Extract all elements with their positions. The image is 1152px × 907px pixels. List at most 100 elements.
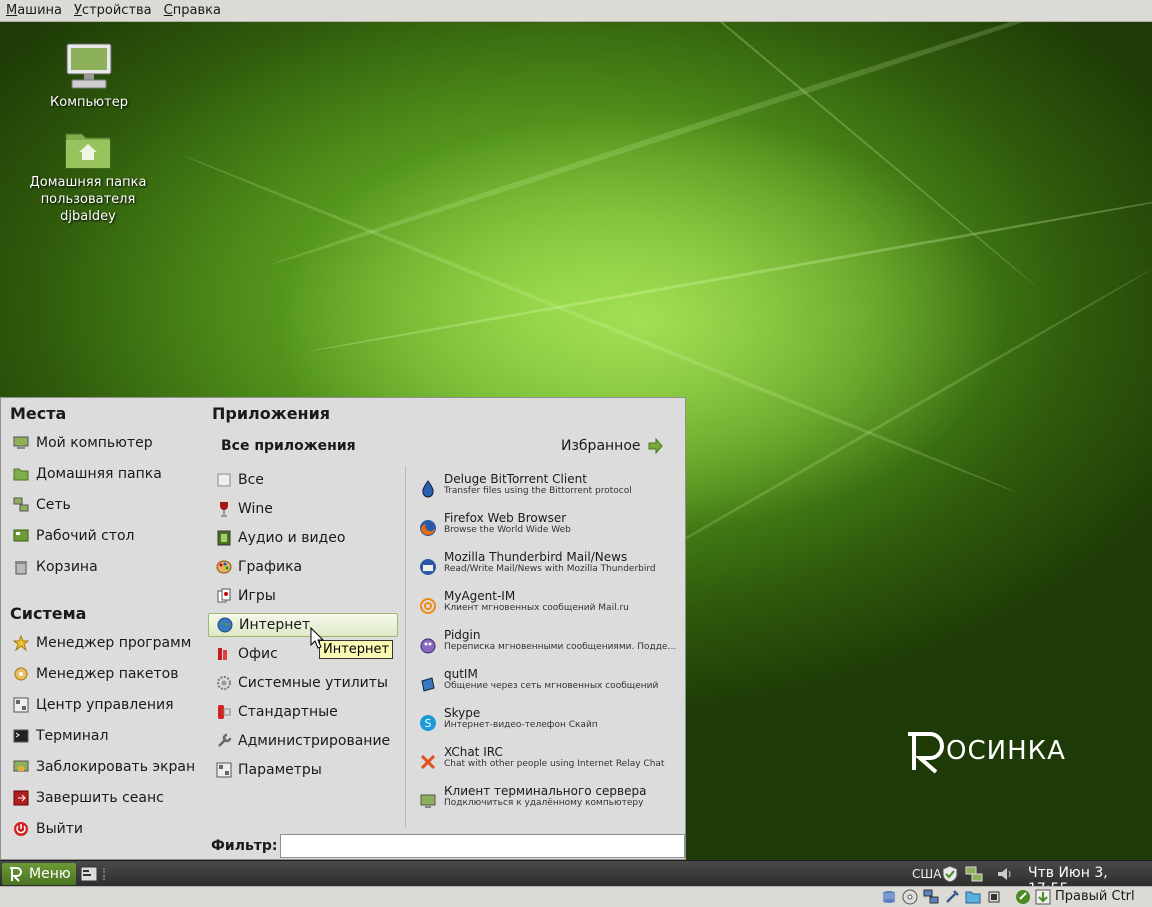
place-trash[interactable]: Корзина bbox=[13, 556, 98, 578]
shared-folder-icon[interactable] bbox=[965, 889, 981, 905]
filter-label: Фильтр: bbox=[211, 838, 278, 854]
home-folder-label-3: djbaldey bbox=[60, 209, 116, 224]
category-graphics[interactable]: Графика bbox=[208, 555, 398, 579]
category-label: Стандартные bbox=[238, 704, 338, 720]
app-qutim[interactable]: qutIM Общение через сеть мгновенных сообщ… bbox=[419, 667, 681, 703]
app-myagent[interactable]: MyAgent-IM Клиент мгновенных сообщений Ma… bbox=[419, 589, 681, 625]
app-name: Skype bbox=[444, 706, 481, 720]
desktop-icon-computer[interactable]: Компьютер bbox=[24, 42, 154, 111]
apps-title: Приложения bbox=[212, 404, 331, 423]
place-my-computer[interactable]: Мой компьютер bbox=[13, 432, 153, 454]
capture-arrow-icon[interactable] bbox=[1035, 889, 1051, 905]
system-lock-screen[interactable]: Заблокировать экран bbox=[13, 756, 195, 778]
all-apps-icon bbox=[217, 473, 231, 487]
package-icon bbox=[14, 667, 28, 681]
system-label: Терминал bbox=[36, 728, 109, 744]
qutim-icon bbox=[421, 677, 435, 692]
arrow-right-icon bbox=[648, 438, 663, 454]
system-label: Менеджер программ bbox=[36, 635, 192, 651]
app-name: Клиент терминального сервера bbox=[444, 784, 647, 798]
vbox-menu-help[interactable]: Справка bbox=[158, 3, 227, 18]
app-desc: Chat with other people using Internet Re… bbox=[444, 759, 665, 769]
category-accessories[interactable]: Стандартные bbox=[208, 700, 398, 724]
system-logout[interactable]: Завершить сеанс bbox=[13, 787, 164, 809]
optical-disk-icon[interactable] bbox=[902, 889, 918, 905]
all-apps-heading: Все приложения bbox=[221, 438, 356, 454]
network-icon bbox=[13, 497, 29, 512]
category-label: Аудио и видео bbox=[238, 530, 346, 546]
favorites-button[interactable]: Избранное bbox=[561, 438, 663, 454]
app-desc: Интернет-видео-телефон Скайп bbox=[444, 720, 598, 730]
favorites-label: Избранное bbox=[561, 438, 641, 454]
app-desc: Клиент мгновенных сообщений Mail.ru bbox=[444, 603, 629, 613]
hard-disk-icon[interactable] bbox=[881, 889, 897, 905]
category-administration[interactable]: Администрирование bbox=[208, 729, 398, 753]
keyboard-layout-indicator[interactable]: США bbox=[912, 867, 941, 881]
places-title: Места bbox=[10, 404, 67, 423]
app-name: qutIM bbox=[444, 667, 478, 681]
lock-screen-icon bbox=[13, 760, 29, 772]
app-skype[interactable]: S Skype Интернет-видео-телефон Скайп bbox=[419, 706, 681, 742]
at-sign-icon bbox=[420, 598, 436, 614]
volume-icon[interactable] bbox=[996, 865, 1014, 883]
start-menu: Места Мой компьютер Домашняя папка Сеть … bbox=[0, 397, 686, 860]
shield-check-icon[interactable] bbox=[941, 865, 959, 883]
app-terminal-server-client[interactable]: Клиент терминального сервера Подключиться… bbox=[419, 784, 681, 820]
app-xchat[interactable]: XChat IRC Chat with other people using In… bbox=[419, 745, 681, 781]
place-network[interactable]: Сеть bbox=[13, 494, 71, 516]
xchat-icon bbox=[420, 754, 436, 770]
system-quit[interactable]: Выйти bbox=[13, 818, 83, 840]
mouse-cursor-icon bbox=[310, 627, 324, 649]
deluge-icon bbox=[422, 480, 434, 498]
system-control-center[interactable]: Центр управления bbox=[13, 694, 174, 716]
app-desc: Transfer files using the Bittorrent prot… bbox=[444, 486, 632, 496]
network-adapter-icon[interactable] bbox=[923, 889, 939, 905]
app-firefox[interactable]: Firefox Web Browser Browse the World Wide… bbox=[419, 511, 681, 547]
desktop-icon-home-folder[interactable]: Домашняя папка пользователя djbaldey bbox=[23, 126, 153, 225]
place-label: Рабочий стол bbox=[36, 528, 135, 544]
filter-input[interactable] bbox=[280, 834, 685, 858]
category-internet[interactable]: Интернет bbox=[208, 613, 398, 637]
vbox-menubar: Машина Устройства Справка bbox=[0, 0, 1152, 22]
category-wine[interactable]: Wine bbox=[208, 497, 398, 521]
system-label: Выйти bbox=[36, 821, 84, 837]
category-label: Интернет bbox=[239, 617, 311, 633]
show-desktop-icon[interactable] bbox=[80, 865, 98, 883]
app-name: XChat IRC bbox=[444, 745, 503, 759]
system-package-manager[interactable]: Менеджер пакетов bbox=[13, 663, 178, 685]
category-system-tools[interactable]: Системные утилиты bbox=[208, 671, 398, 695]
category-label: Параметры bbox=[238, 762, 322, 778]
place-home-folder[interactable]: Домашняя папка bbox=[13, 463, 162, 485]
vbox-menu-machine[interactable]: Машина bbox=[0, 3, 68, 18]
category-games[interactable]: Игры bbox=[208, 584, 398, 608]
mouse-integration-icon[interactable] bbox=[1015, 889, 1031, 905]
menu-button[interactable]: Меню bbox=[2, 863, 76, 885]
panel-grip[interactable] bbox=[103, 868, 107, 880]
cpu-icon[interactable] bbox=[986, 889, 1002, 905]
network-icon[interactable] bbox=[965, 865, 983, 883]
app-pidgin[interactable]: Pidgin Переписка мгновенными сообщениями.… bbox=[419, 628, 681, 664]
star-icon bbox=[13, 635, 29, 651]
category-preferences[interactable]: Параметры bbox=[208, 758, 398, 782]
system-software-manager[interactable]: Менеджер программ bbox=[13, 632, 191, 654]
category-all[interactable]: Все bbox=[208, 468, 398, 492]
category-audio-video[interactable]: Аудио и видео bbox=[208, 526, 398, 550]
pidgin-icon bbox=[420, 638, 436, 654]
computer-icon bbox=[13, 436, 29, 449]
system-terminal[interactable]: Терминал bbox=[13, 725, 108, 747]
usb-icon[interactable] bbox=[944, 889, 960, 905]
control-center-icon bbox=[13, 697, 29, 713]
firefox-icon bbox=[420, 520, 436, 536]
film-icon bbox=[217, 530, 231, 546]
app-deluge[interactable]: Deluge BitTorrent Client Transfer files u… bbox=[419, 472, 681, 508]
app-thunderbird[interactable]: Mozilla Thunderbird Mail/News Read/Write … bbox=[419, 550, 681, 586]
vbox-menu-devices[interactable]: Устройства bbox=[68, 3, 158, 18]
category-label: Системные утилиты bbox=[238, 675, 388, 691]
remote-desktop-icon bbox=[420, 794, 436, 808]
place-desktop[interactable]: Рабочий стол bbox=[13, 525, 135, 547]
gear-icon bbox=[217, 676, 231, 690]
terminal-icon bbox=[13, 729, 29, 743]
system-label: Центр управления bbox=[36, 697, 174, 713]
column-divider bbox=[405, 466, 406, 828]
place-label: Корзина bbox=[36, 559, 98, 575]
